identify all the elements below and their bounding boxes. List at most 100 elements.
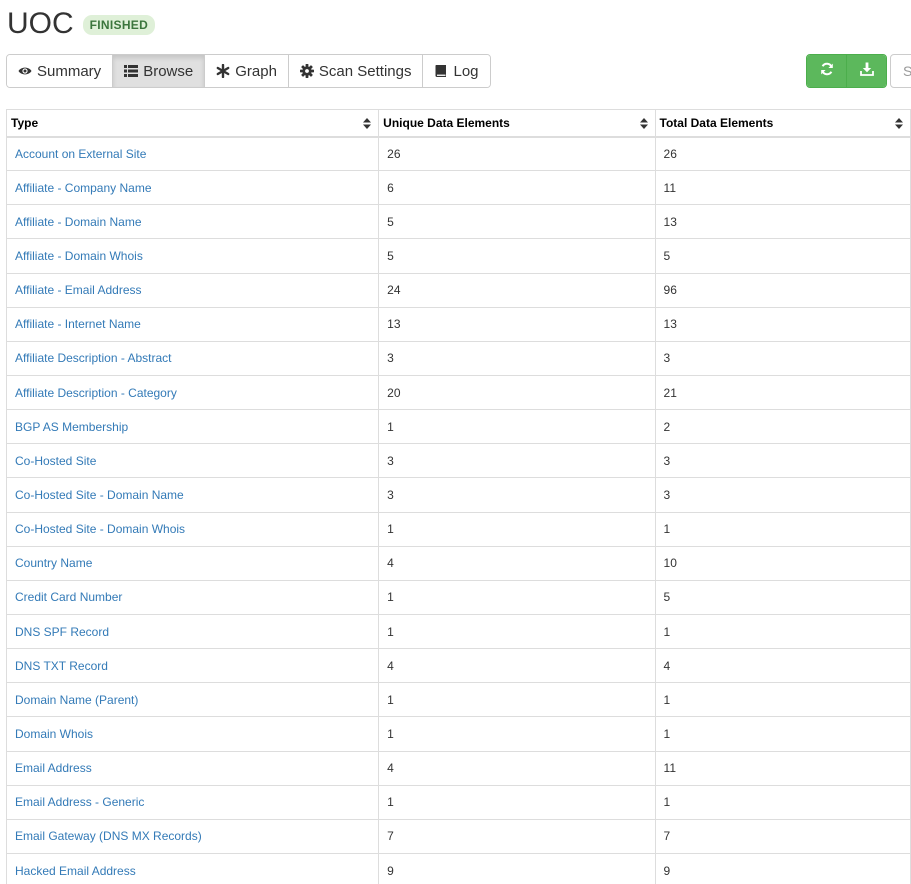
view-tabs: Summary Browse Graph Scan Settings Log (6, 54, 491, 88)
total-count: 13 (654, 306, 911, 342)
unique-count: 4 (378, 750, 656, 786)
unique-count: 1 (378, 716, 656, 752)
unique-count: 1 (378, 511, 656, 547)
column-header-total[interactable]: Total Data Elements (654, 109, 911, 138)
type-link[interactable]: Email Address - Generic (5, 784, 380, 820)
table-row: Hacked Email Address 9 9 (5, 852, 911, 884)
type-link[interactable]: Account on External Site (5, 135, 380, 172)
table-row: Domain Name (Parent) 1 1 (5, 682, 911, 718)
table-row: Co-Hosted Site - Domain Name 3 3 (5, 477, 911, 513)
gear-icon (299, 64, 314, 78)
table-row: Co-Hosted Site 3 3 (5, 443, 911, 479)
status-badge: FINISHED (82, 15, 156, 35)
unique-count: 1 (378, 579, 656, 615)
search-input[interactable] (890, 54, 911, 88)
tab-graph[interactable]: Graph (205, 55, 289, 87)
unique-count: 9 (378, 852, 656, 884)
tab-browse[interactable]: Browse (113, 55, 206, 87)
table-body: Account on External Site 26 26 Affiliate - … (5, 135, 911, 884)
type-link[interactable]: Co-Hosted Site - Domain Name (5, 477, 380, 513)
total-count: 5 (654, 238, 911, 274)
unique-count: 1 (378, 409, 656, 445)
total-count: 96 (654, 272, 911, 308)
column-header-type[interactable]: Type (5, 109, 380, 138)
scan-results-page: UOC FINISHED Summary Browse Graph Scan S… (0, 0, 911, 884)
table-row: Affiliate Description - Category 20 21 (5, 374, 911, 411)
unique-count: 26 (378, 135, 656, 172)
tab-summary[interactable]: Summary (7, 55, 114, 87)
type-link[interactable]: Credit Card Number (5, 579, 380, 615)
type-link[interactable]: Email Gateway (DNS MX Records) (5, 818, 380, 854)
page-title: UOC (7, 7, 74, 40)
tab-log[interactable]: Log (423, 55, 490, 87)
tab-scan-settings[interactable]: Scan Settings (288, 55, 424, 87)
type-link[interactable]: DNS TXT Record (5, 648, 380, 684)
tab-log-label: Log (453, 62, 479, 80)
total-count: 1 (654, 511, 911, 547)
table-row: BGP AS Membership 1 2 (5, 409, 911, 445)
type-link[interactable]: Email Address (5, 750, 380, 786)
sort-icon (895, 118, 903, 129)
type-link[interactable]: Affiliate - Email Address (5, 272, 380, 308)
unique-count: 3 (378, 340, 656, 376)
type-link[interactable]: Co-Hosted Site (5, 443, 380, 479)
unique-count: 1 (378, 784, 656, 820)
table-row: DNS TXT Record 4 4 (5, 648, 911, 684)
action-buttons (806, 54, 887, 88)
title-row: UOC FINISHED (7, 4, 156, 44)
table-row: Email Address 4 11 (5, 750, 911, 786)
total-count: 21 (654, 374, 911, 411)
total-count: 11 (654, 170, 911, 206)
table-row: Affiliate - Domain Whois 5 5 (5, 238, 911, 274)
total-count: 10 (654, 545, 911, 581)
type-link[interactable]: Affiliate - Domain Whois (5, 238, 380, 274)
total-count: 3 (654, 443, 911, 479)
tab-scan-settings-label: Scan Settings (318, 62, 412, 80)
type-link[interactable]: Hacked Email Address (5, 852, 380, 884)
type-link[interactable]: Country Name (5, 545, 380, 581)
unique-count: 3 (378, 477, 656, 513)
total-count: 5 (654, 579, 911, 615)
total-count: 4 (654, 648, 911, 684)
unique-count: 1 (378, 682, 656, 718)
table-row: Affiliate - Internet Name 13 13 (5, 306, 911, 342)
unique-count: 6 (378, 170, 656, 206)
unique-count: 1 (378, 613, 656, 650)
download-button[interactable] (846, 55, 886, 87)
unique-count: 5 (378, 238, 656, 274)
type-link[interactable]: Co-Hosted Site - Domain Whois (5, 511, 380, 547)
table-row: Domain Whois 1 1 (5, 716, 911, 752)
type-link[interactable]: BGP AS Membership (5, 409, 380, 445)
tab-graph-label: Graph (235, 62, 277, 80)
table-row: Co-Hosted Site - Domain Whois 1 1 (5, 511, 911, 547)
type-link[interactable]: Affiliate - Internet Name (5, 306, 380, 342)
unique-count: 3 (378, 443, 656, 479)
table-row: Account on External Site 26 26 (5, 135, 911, 172)
unique-count: 20 (378, 374, 656, 411)
total-count: 11 (654, 750, 911, 786)
type-link[interactable]: Affiliate - Company Name (5, 170, 380, 206)
type-link[interactable]: Affiliate Description - Category (5, 374, 380, 411)
type-link[interactable]: Domain Whois (5, 716, 380, 752)
total-count: 13 (654, 204, 911, 240)
type-link[interactable]: Affiliate Description - Abstract (5, 340, 380, 376)
refresh-icon (820, 62, 834, 81)
total-count: 7 (654, 818, 911, 854)
column-header-unique[interactable]: Unique Data Elements (378, 109, 656, 138)
type-link[interactable]: Affiliate - Domain Name (5, 204, 380, 240)
results-table: Type Unique Data Elements Total Data Ele… (5, 109, 911, 884)
unique-count: 4 (378, 648, 656, 684)
total-count: 1 (654, 682, 911, 718)
unique-count: 5 (378, 204, 656, 240)
sort-icon (639, 118, 648, 129)
type-link[interactable]: DNS SPF Record (5, 613, 380, 650)
refresh-button[interactable] (807, 55, 846, 87)
download-icon (859, 62, 874, 81)
table-row: Email Address - Generic 1 1 (5, 784, 911, 820)
asterisk-icon (216, 64, 230, 78)
unique-count: 7 (378, 818, 656, 854)
total-count: 3 (654, 340, 911, 376)
unique-count: 24 (378, 272, 656, 308)
type-link[interactable]: Domain Name (Parent) (5, 682, 380, 718)
table-row: Credit Card Number 1 5 (5, 579, 911, 615)
